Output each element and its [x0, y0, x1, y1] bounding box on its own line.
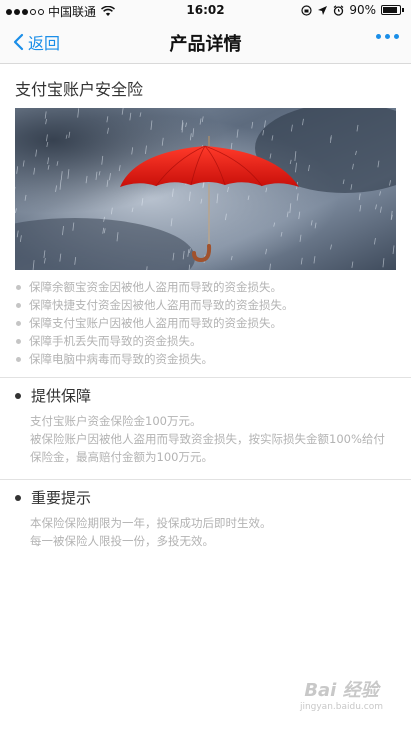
notice-body: 本保险保险期限为一年，投保成功后即时生效。 每一被保险人限投一份，多投无效。	[30, 514, 392, 550]
page-title: 产品详情	[169, 34, 242, 55]
feature-item: 保障手机丢失而导致的资金损失。	[15, 332, 294, 350]
coverage-title: 提供保障	[31, 387, 92, 405]
location-arrow-icon	[318, 5, 328, 15]
baidu-jingyan-watermark: Bai 经验 jingyan.baidu.com	[300, 676, 383, 712]
status-right: 90%	[301, 3, 405, 17]
bullet-icon	[15, 494, 21, 501]
product-name: 支付宝账户安全险	[15, 80, 144, 99]
bullet-icon	[15, 392, 21, 399]
coverage-line: 被保险账户因被他人盗用而导致资金损失，按实际损失金额100%给付保险金，最高赔付…	[30, 432, 385, 464]
more-options-icon[interactable]	[376, 34, 399, 39]
coverage-section-header: 提供保障	[15, 385, 91, 406]
notice-section-header: 重要提示	[15, 487, 91, 508]
feature-item: 保障余额宝资金因被他人盗用而导致的资金损失。	[15, 278, 294, 296]
status-bar: 中国联通 16:02 90%	[0, 0, 411, 20]
feature-list: 保障余额宝资金因被他人盗用而导致的资金损失。 保障快捷支付资金因被他人盗用而导致…	[15, 278, 294, 368]
alarm-icon	[333, 4, 344, 16]
umbrella-illustration	[15, 108, 396, 270]
lock-rotation-icon	[301, 4, 312, 16]
notice-line: 每一被保险人限投一份，多投无效。	[30, 534, 214, 548]
feature-item: 保障电脑中病毒而导致的资金损失。	[15, 350, 294, 368]
hero-umbrella-image	[15, 108, 396, 270]
divider	[0, 479, 411, 480]
feature-item: 保障支付宝账户因被他人盗用而导致的资金损失。	[15, 314, 294, 332]
notice-line: 本保险保险期限为一年，投保成功后即时生效。	[30, 516, 272, 530]
navigation-bar: 返回 产品详情	[0, 20, 411, 64]
coverage-line: 支付宝账户资金保险金100万元。	[30, 414, 202, 428]
divider	[0, 377, 411, 378]
feature-item: 保障快捷支付资金因被他人盗用而导致的资金损失。	[15, 296, 294, 314]
watermark-logo: Bai 经验	[304, 680, 379, 701]
battery-icon	[381, 4, 405, 16]
battery-percent: 90%	[349, 3, 376, 17]
coverage-body: 支付宝账户资金保险金100万元。 被保险账户因被他人盗用而导致资金损失，按实际损…	[30, 412, 392, 466]
notice-title: 重要提示	[31, 489, 92, 507]
watermark-url: jingyan.baidu.com	[299, 702, 383, 712]
